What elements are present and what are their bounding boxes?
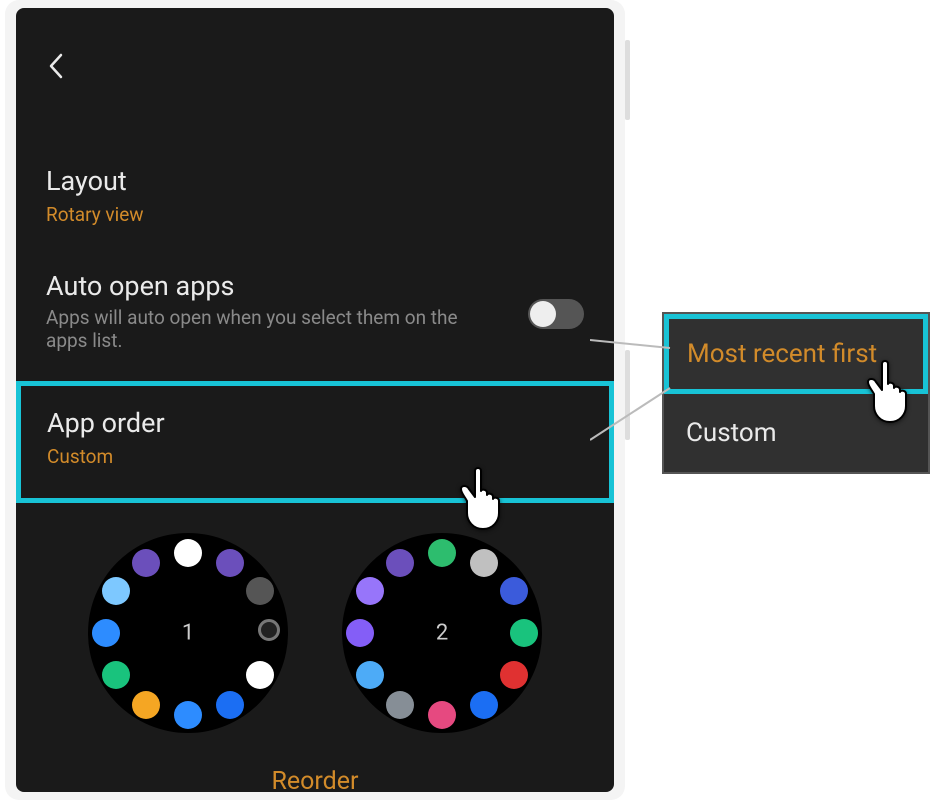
toggle-knob [530, 301, 556, 327]
watch-face-2[interactable]: 2 [342, 533, 542, 733]
app-icon [470, 691, 498, 719]
app-icon [510, 619, 538, 647]
app-icon [428, 701, 456, 729]
setting-auto-open[interactable]: Auto open apps Apps will auto open when … [16, 248, 614, 381]
watch-face-1[interactable]: 1 [88, 533, 288, 733]
setting-title: App order [47, 407, 583, 441]
app-icon [356, 661, 384, 689]
reorder-button[interactable]: Reorder [16, 743, 614, 792]
app-icon [246, 661, 274, 689]
setting-layout[interactable]: Layout Rotary view [16, 143, 614, 248]
setting-title: Layout [46, 165, 584, 199]
app-order-popup: Most recent first Custom [662, 312, 930, 474]
phone-frame: Layout Rotary view Auto open apps Apps w… [5, 0, 625, 800]
phone-side-button [625, 350, 630, 440]
option-custom[interactable]: Custom [664, 394, 928, 472]
app-icon [500, 577, 528, 605]
app-icon [92, 619, 120, 647]
app-icon [216, 549, 244, 577]
app-icon [258, 619, 280, 641]
app-icon [102, 661, 130, 689]
app-icon [216, 691, 244, 719]
setting-value: Custom [47, 445, 583, 468]
app-icon [132, 549, 160, 577]
auto-open-toggle[interactable] [528, 299, 584, 329]
back-button[interactable] [48, 53, 64, 79]
option-most-recent-first[interactable]: Most recent first [664, 314, 928, 394]
setting-title: Auto open apps [46, 270, 584, 304]
app-icon [246, 577, 274, 605]
watch-face-previews: 1 2 [16, 503, 614, 743]
app-icon [428, 539, 456, 567]
app-icon [174, 539, 202, 567]
app-icon [386, 549, 414, 577]
app-icon [132, 691, 160, 719]
app-icon [386, 691, 414, 719]
settings-screen: Layout Rotary view Auto open apps Apps w… [16, 8, 614, 792]
app-icon [470, 549, 498, 577]
watch-page-number: 2 [436, 620, 448, 645]
app-icon [500, 661, 528, 689]
app-icon [356, 577, 384, 605]
phone-side-button [625, 40, 630, 120]
settings-list: Layout Rotary view Auto open apps Apps w… [16, 143, 614, 792]
setting-app-order[interactable]: App order Custom [16, 381, 614, 503]
watch-page-number: 1 [182, 620, 194, 645]
setting-description: Apps will auto open when you select them… [46, 306, 476, 354]
app-icon [346, 619, 374, 647]
app-icon [102, 577, 130, 605]
app-icon [174, 701, 202, 729]
setting-value: Rotary view [46, 203, 584, 226]
